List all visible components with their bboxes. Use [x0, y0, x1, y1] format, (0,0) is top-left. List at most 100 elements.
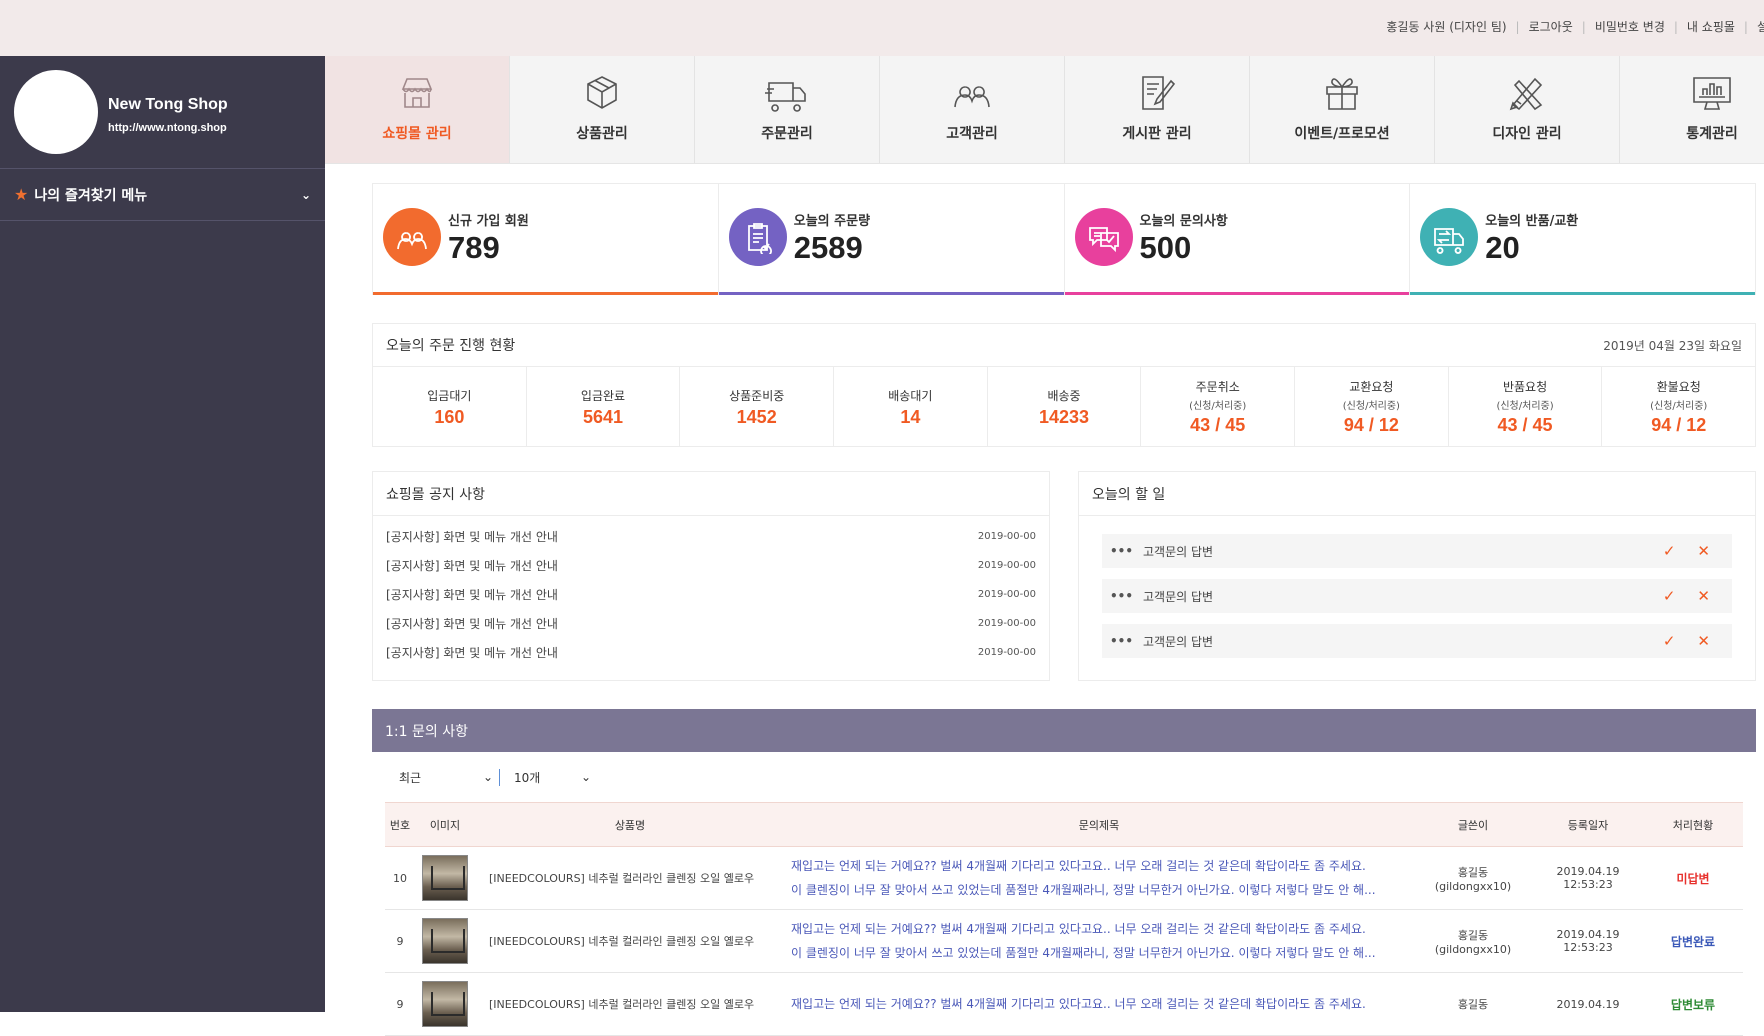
order-status-cell[interactable]: 배송중 14233 — [988, 367, 1142, 447]
logout-link[interactable]: 로그아웃 — [1529, 18, 1573, 35]
notice-date: 2019-00-00 — [977, 589, 1036, 600]
more-icon[interactable]: ••• — [1110, 634, 1133, 648]
inquiry-title[interactable]: 재입고는 언제 되는 거예요?? 벌써 4개월째 기다리고 있다고요.. 너무 … — [785, 846, 1413, 910]
return-truck-icon — [1434, 228, 1465, 254]
order-status-label: 입금완료 — [580, 388, 626, 403]
shop-avatar — [14, 70, 98, 154]
stat-card[interactable]: 오늘의 문의사항 500 — [1064, 184, 1411, 295]
status-badge[interactable]: 미답변 — [1676, 872, 1709, 886]
order-status-cell[interactable]: 교환요청 (신청/처리중) 94 / 12 — [1295, 367, 1449, 447]
table-row[interactable]: 9 [INEEDCOLOURS] 네추럴 컬러라인 클렌징 오일 옐로우 재입고… — [385, 972, 1743, 1036]
order-status-value: 160 — [434, 406, 465, 427]
nav-item-4[interactable]: 게시판 관리 — [1065, 56, 1250, 163]
order-status-cell[interactable]: 반품요청 (신청/처리중) 43 / 45 — [1449, 367, 1603, 447]
more-icon[interactable]: ••• — [1110, 589, 1133, 603]
status-badge[interactable]: 답변보류 — [1671, 998, 1715, 1012]
product-thumbnail[interactable] — [422, 918, 468, 964]
qna-table: 번호 이미지 상품명 문의제목 글쓴이 등록일자 처리현황 10 [INEEDCOLOURS… — [385, 802, 1743, 1036]
order-status-sub: (신청/처리중) — [1496, 401, 1554, 412]
order-status-label: 배송대기 — [888, 388, 933, 403]
stat-value: 500 — [1139, 230, 1192, 265]
close-icon[interactable]: ✕ — [1697, 632, 1710, 650]
row-number: 10 — [385, 846, 415, 910]
order-status-value: 14233 — [1038, 406, 1090, 427]
order-status-cell[interactable]: 환불요청 (신청/처리중) 94 / 12 — [1602, 367, 1755, 447]
close-icon[interactable]: ✕ — [1697, 542, 1710, 560]
reg-date: 2019.04.19 12:53:23 — [1533, 846, 1643, 910]
inquiry-title-line2: 이 클렌징이 너무 잘 맞아서 쓰고 있었는데 품절만 4개월째라니, 정말 너… — [791, 883, 1376, 897]
change-password-link[interactable]: 비밀번호 변경 — [1595, 18, 1665, 35]
shop-url[interactable]: http://www.ntong.shop — [108, 122, 227, 134]
order-status-cell[interactable]: 배송대기 14 — [834, 367, 988, 447]
qna-table-header: 번호 이미지 상품명 문의제목 글쓴이 등록일자 처리현황 — [385, 802, 1743, 847]
nav-item-6[interactable]: 디자인 관리 — [1435, 56, 1620, 163]
nav-item-label: 디자인 관리 — [1492, 126, 1562, 142]
settings-link[interactable]: 설 — [1757, 18, 1764, 35]
nav-item-1[interactable]: 상품관리 — [510, 56, 695, 163]
more-icon[interactable]: ••• — [1110, 544, 1133, 558]
notice-list: [공지사항] 화면 및 메뉴 개선 안내 2019-00-00 [공지사항] 화면 … — [373, 516, 1049, 667]
check-icon[interactable]: ✓ — [1663, 632, 1676, 650]
shop-name: New Tong Shop — [108, 96, 228, 113]
product-name[interactable]: [INEEDCOLOURS] 네추럴 컬러라인 클렌징 오일 옐로우 — [475, 909, 785, 973]
inquiry-title[interactable]: 재입고는 언제 되는 거예요?? 벌써 4개월째 기다리고 있다고요.. 너무 … — [785, 909, 1413, 973]
notice-text: [공지사항] 화면 및 메뉴 개선 안내 — [386, 588, 558, 602]
product-thumbnail[interactable] — [422, 981, 468, 1027]
writer: 홍길동 — [1413, 972, 1533, 1036]
product-name[interactable]: [INEEDCOLOURS] 네추럴 컬러라인 클렌징 오일 옐로우 — [475, 972, 785, 1036]
notice-item[interactable]: [공지사항] 화면 및 메뉴 개선 안내 2019-00-00 — [373, 522, 1049, 551]
nav-item-5[interactable]: 이벤트/프로모션 — [1250, 56, 1435, 163]
stat-card[interactable]: 신규 가입 회원 789 — [373, 184, 719, 295]
notice-item[interactable]: [공지사항] 화면 및 메뉴 개선 안내 2019-00-00 — [373, 580, 1049, 609]
dashboard: 신규 가입 회원 789 오늘의 주문량 2589 오늘의 문의사항 500 오… — [372, 183, 1756, 1036]
order-status-value: 1452 — [736, 406, 777, 427]
writer: 홍길동 (gildongxx10) — [1413, 846, 1533, 910]
stat-card[interactable]: 오늘의 반품/교환 20 — [1410, 184, 1755, 295]
notice-text: [공지사항] 화면 및 메뉴 개선 안내 — [386, 646, 558, 660]
box-icon — [587, 76, 617, 109]
nav-item-3[interactable]: 고객관리 — [880, 56, 1065, 163]
top-bar: 홍길동 사원 (디자인 팀) | 로그아웃 | 비밀번호 변경 | 내 쇼핑몰 | 설 — [0, 0, 1764, 56]
table-row[interactable]: 10 [INEEDCOLOURS] 네추럴 컬러라인 클렌징 오일 옐로우 재입… — [385, 846, 1743, 910]
product-name[interactable]: [INEEDCOLOURS] 네추럴 컬러라인 클렌징 오일 옐로우 — [475, 846, 785, 910]
inquiry-title[interactable]: 재입고는 언제 되는 거예요?? 벌써 4개월째 기다리고 있다고요.. 너무 … — [785, 972, 1413, 1036]
nav-item-label: 쇼핑몰 관리 — [382, 126, 452, 142]
nav-item-label: 상품관리 — [576, 126, 628, 142]
check-icon[interactable]: ✓ — [1663, 587, 1676, 605]
stat-accent-bar — [1064, 292, 1410, 295]
count-select-value: 10개 — [514, 770, 541, 785]
nav-item-0[interactable]: 쇼핑몰 관리 — [325, 56, 510, 163]
product-thumbnail[interactable] — [422, 855, 468, 901]
count-select[interactable]: 10개 ⌄ — [499, 768, 597, 786]
order-status-cell[interactable]: 입금대기 160 — [373, 367, 527, 447]
my-shop-link[interactable]: 내 쇼핑몰 — [1687, 18, 1735, 35]
reg-date: 2019.04.19 12:53:23 — [1533, 909, 1643, 973]
row-number: 9 — [385, 909, 415, 973]
notice-item[interactable]: [공지사항] 화면 및 메뉴 개선 안내 2019-00-00 — [373, 609, 1049, 638]
check-icon[interactable]: ✓ — [1663, 542, 1676, 560]
stat-card[interactable]: 오늘의 주문량 2589 — [718, 184, 1065, 295]
order-status-cell[interactable]: 주문취소 (신청/처리중) 43 / 45 — [1141, 367, 1296, 447]
notice-item[interactable]: [공지사항] 화면 및 메뉴 개선 안내 2019-00-00 — [373, 638, 1049, 667]
nav-item-2[interactable]: 주문관리 — [695, 56, 880, 163]
stat-label: 오늘의 주문량 — [793, 214, 871, 229]
order-status-cell[interactable]: 상품준비중 1452 — [680, 367, 835, 447]
status-badge[interactable]: 답변완료 — [1671, 935, 1715, 949]
stats-summary: 신규 가입 회원 789 오늘의 주문량 2589 오늘의 문의사항 500 오… — [372, 183, 1756, 295]
gift-icon — [1326, 78, 1358, 110]
order-status-cell[interactable]: 입금완료 5641 — [527, 367, 681, 447]
order-status-label: 배송중 — [1047, 388, 1081, 403]
shop-brand: New Tong Shop http://www.ntong.shop — [0, 56, 325, 169]
todo-item: ••• 고객문의 답변 ✓ ✕ — [1102, 579, 1732, 613]
stat-value: 2589 — [793, 230, 863, 265]
nav-item-7[interactable]: 통계관리 — [1620, 56, 1764, 163]
notice-text: [공지사항] 화면 및 메뉴 개선 안내 — [386, 559, 558, 573]
nav-item-label: 통계관리 — [1686, 126, 1738, 142]
order-status-label: 입금대기 — [427, 388, 472, 403]
close-icon[interactable]: ✕ — [1697, 587, 1710, 605]
order-status-label: 반품요청 — [1502, 380, 1548, 394]
sort-select[interactable]: 최근 ⌄ — [399, 769, 499, 786]
table-row[interactable]: 9 [INEEDCOLOURS] 네추럴 컬러라인 클렌징 오일 옐로우 재입고… — [385, 909, 1743, 973]
notice-item[interactable]: [공지사항] 화면 및 메뉴 개선 안내 2019-00-00 — [373, 551, 1049, 580]
favorites-menu-toggle[interactable]: ★ 나의 즐겨찾기 메뉴 ⌄ — [0, 169, 325, 221]
